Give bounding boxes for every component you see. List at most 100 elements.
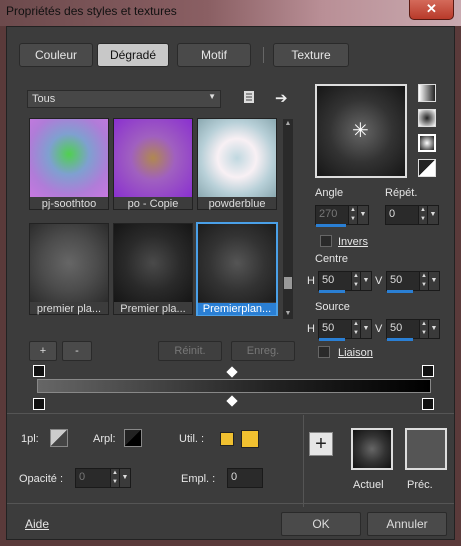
chevron-down-icon[interactable]: ▼ [428,272,439,290]
rectangular-style-icon[interactable] [418,109,436,127]
category-value: Tous [32,93,56,105]
location-label: Empl. : [181,473,216,485]
thumbs-scrollbar[interactable]: ▲ ▼ [283,119,293,319]
add-preset-button[interactable]: + [309,432,333,456]
source-v-label: V [375,323,383,335]
remove-gradient-button[interactable]: - [62,341,92,361]
source-h-label: H [307,323,315,335]
repeat-spin[interactable]: 0 ▲ ▼ ▼ [385,205,439,225]
chevron-down-icon[interactable]: ▼ [427,206,438,224]
arrow-right-icon[interactable]: ➔ [275,89,288,107]
gradient-thumb[interactable]: powderblue [197,118,277,210]
center-crosshair-icon[interactable]: ✳ [352,118,369,143]
center-h-value: 50 [322,274,335,286]
source-v-value: 50 [390,322,403,334]
current-swatch[interactable] [351,428,393,470]
spin-arrows-icon[interactable]: ▲ ▼ [419,272,428,290]
opacity-spin[interactable]: 0 ▲ ▼ ▼ [75,468,131,488]
chevron-down-icon[interactable]: ▼ [360,320,371,338]
gradient-thumb[interactable]: premier pla... [29,223,109,315]
scroll-down-icon[interactable]: ▼ [283,309,293,319]
invert-label[interactable]: Invers [338,236,368,248]
open-folder-icon[interactable] [243,90,255,104]
repeat-value: 0 [389,208,396,220]
opacity-value: 0 [79,471,86,483]
gradient-thumb[interactable]: Premier pla... [113,223,193,315]
scroll-thumb[interactable] [284,277,292,289]
source-v-spin[interactable]: 50 ▲ ▼ ▼ [386,319,440,341]
fg-label: 1pl: [21,433,39,445]
previous-swatch[interactable] [405,428,447,470]
angle-label: Angle [315,187,344,199]
tab-texture[interactable]: Texture [273,43,349,67]
linear-style-icon[interactable] [418,84,436,102]
chevron-down-icon[interactable]: ▼ [357,206,368,224]
category-select[interactable]: Tous ▼ [27,90,221,108]
location-value: 0 [231,471,238,483]
center-v-spin[interactable]: 50 ▲ ▼ ▼ [386,271,440,293]
gradient-preview[interactable]: ✳ [315,84,407,178]
center-label: Centre [315,253,349,265]
current-label: Actuel [353,479,384,491]
gradient-thumb-label: Premier pla... [120,303,186,315]
reset-button[interactable]: Réinit. [158,341,222,361]
save-button[interactable]: Enreg. [231,341,295,361]
close-button[interactable]: ✕ [409,0,454,20]
top-stop-left-marker[interactable] [33,365,45,377]
source-h-spin[interactable]: 50 ▲ ▼ ▼ [318,319,372,341]
gradient-thumb-label: po - Copie [127,198,179,210]
angle-spin[interactable]: 270 ▲ ▼ ▼ [315,205,369,227]
cancel-button[interactable]: Annuler [367,512,447,536]
user-color-small[interactable] [220,432,234,446]
chevron-down-icon[interactable]: ▼ [119,469,130,487]
bottom-stop-right-marker[interactable] [422,398,434,410]
angle-value: 270 [319,208,338,220]
tab-couleur[interactable]: Couleur [19,43,93,67]
center-v-label: V [375,275,383,287]
radial-style-icon[interactable] [418,159,436,177]
previous-label: Préc. [407,479,433,491]
tab-divider [263,47,264,63]
spin-arrows-icon[interactable]: ▲ ▼ [348,206,357,224]
chevron-down-icon[interactable]: ▼ [428,320,439,338]
spin-arrows-icon[interactable]: ▲ ▼ [418,206,427,224]
add-gradient-button[interactable]: + [29,341,57,361]
source-label: Source [315,301,350,313]
spin-arrows-icon[interactable]: ▲ ▼ [110,469,119,487]
bottom-stop-left-marker[interactable] [33,398,45,410]
help-link[interactable]: Aide [25,517,49,531]
spin-arrows-icon[interactable]: ▲ ▼ [419,320,428,338]
location-input[interactable]: 0 [227,468,263,488]
top-midpoint-marker[interactable] [226,366,238,378]
foreground-swatch-icon[interactable] [50,429,68,447]
sunburst-style-icon[interactable] [418,134,436,152]
center-h-label: H [307,275,315,287]
gradient-thumb-label: powderblue [208,198,266,210]
window-title: Propriétés des styles et textures [6,4,177,18]
top-stop-right-marker[interactable] [422,365,434,377]
gradient-thumb-selected[interactable]: Premierplan... [196,222,278,316]
user-label: Util. : [179,433,205,445]
spin-arrows-icon[interactable]: ▲ ▼ [351,320,360,338]
ok-button[interactable]: OK [281,512,361,536]
opacity-label: Opacité : [19,473,64,485]
link-label[interactable]: Liaison [338,347,373,359]
chevron-down-icon: ▼ [208,92,216,101]
invert-checkbox[interactable] [320,235,332,247]
scroll-up-icon[interactable]: ▲ [283,119,293,129]
title-bar: Propriétés des styles et textures [0,0,461,26]
gradient-thumb[interactable]: po - Copie [113,118,193,210]
chevron-down-icon[interactable]: ▼ [360,272,371,290]
tab-motif[interactable]: Motif [177,43,251,67]
dialog: Couleur Dégradé Motif Texture Tous ▼ ➔ p… [6,26,455,540]
center-h-spin[interactable]: 50 ▲ ▼ ▼ [318,271,372,293]
spin-arrows-icon[interactable]: ▲ ▼ [351,272,360,290]
bottom-midpoint-marker[interactable] [226,395,238,407]
background-swatch-icon[interactable] [124,429,142,447]
gradient-thumb[interactable]: pj-soothtoo [29,118,109,210]
gradient-bar[interactable] [37,379,431,393]
link-checkbox[interactable] [318,346,330,358]
gradient-thumb-label: Premierplan... [198,303,276,315]
user-color-swatch[interactable] [241,430,259,448]
tab-degrade[interactable]: Dégradé [97,43,169,67]
